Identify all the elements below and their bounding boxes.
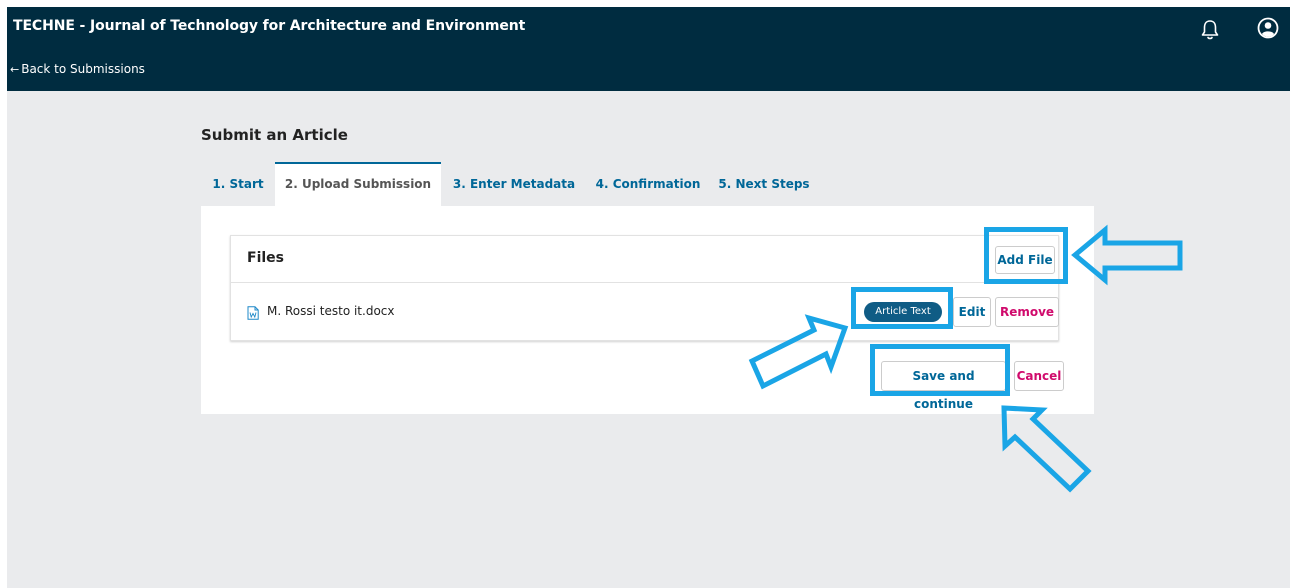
files-heading: Files xyxy=(247,250,284,266)
tab-next-steps[interactable]: 5. Next Steps xyxy=(709,162,819,206)
files-list-panel: Files Add File M. Rossi testo it.docx Ar… xyxy=(230,235,1059,341)
edit-file-button[interactable]: Edit xyxy=(953,297,991,327)
tab-upload-submission[interactable]: 2. Upload Submission xyxy=(275,162,441,206)
site-header: TECHNE - Journal of Technology for Archi… xyxy=(7,7,1290,91)
site-title[interactable]: TECHNE - Journal of Technology for Archi… xyxy=(13,18,525,34)
divider xyxy=(231,282,1058,283)
page-title: Submit an Article xyxy=(201,126,348,144)
remove-file-button[interactable]: Remove xyxy=(995,297,1059,327)
word-document-icon xyxy=(247,306,259,320)
back-link-label: Back to Submissions xyxy=(21,62,145,76)
bell-icon[interactable] xyxy=(1200,19,1220,41)
tab-confirmation[interactable]: 4. Confirmation xyxy=(587,162,709,206)
file-name[interactable]: M. Rossi testo it.docx xyxy=(267,304,395,318)
user-circle-icon[interactable] xyxy=(1257,17,1279,39)
cancel-button[interactable]: Cancel xyxy=(1014,361,1064,391)
add-file-button[interactable]: Add File xyxy=(995,246,1055,274)
back-to-submissions-link[interactable]: ← Back to Submissions xyxy=(10,62,145,76)
page-frame: TECHNE - Journal of Technology for Archi… xyxy=(7,7,1290,588)
tab-enter-metadata[interactable]: 3. Enter Metadata xyxy=(441,162,587,206)
upload-panel: Files Add File M. Rossi testo it.docx Ar… xyxy=(201,206,1094,414)
file-type-badge[interactable]: Article Text xyxy=(864,302,942,322)
back-arrow-icon: ← xyxy=(10,63,20,76)
save-and-continue-button[interactable]: Save and continue xyxy=(881,361,1006,411)
tab-start[interactable]: 1. Start xyxy=(201,162,275,206)
